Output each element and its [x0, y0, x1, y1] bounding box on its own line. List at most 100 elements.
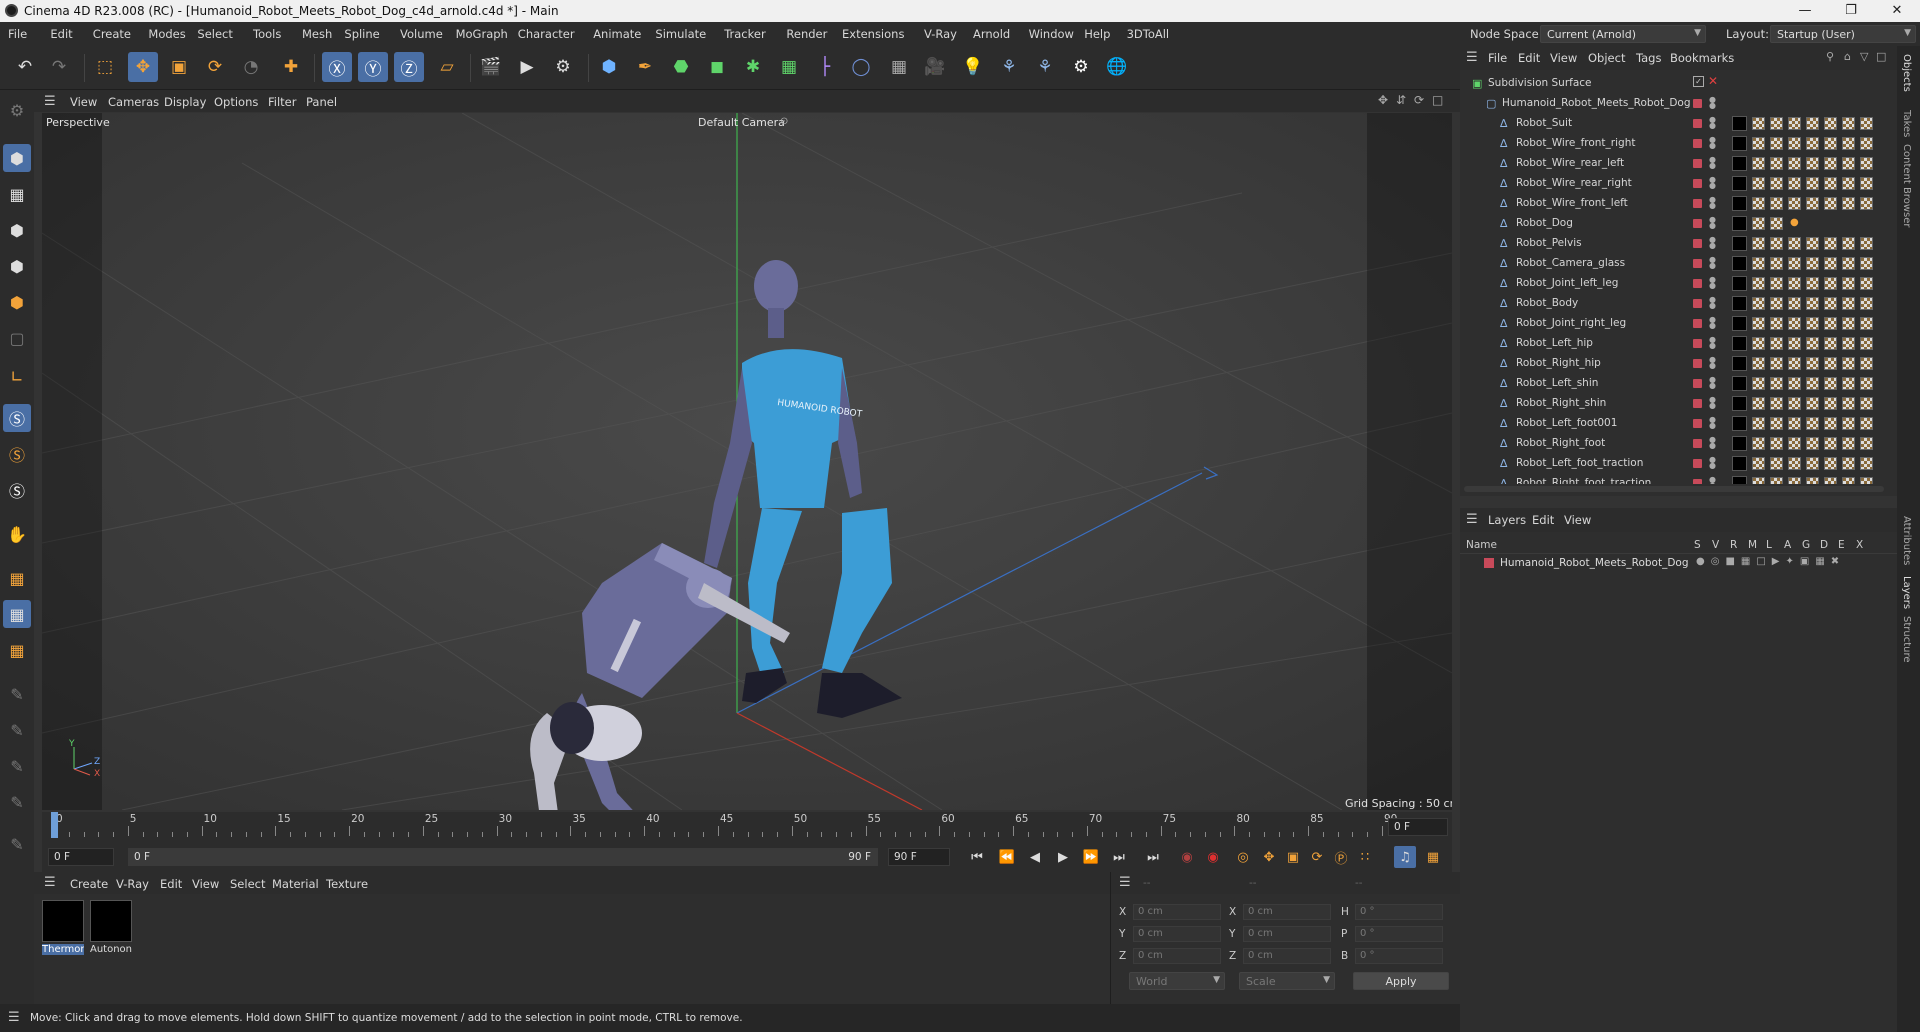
layer-row[interactable]: Humanoid_Robot_Meets_Robot_Dog ●◎■▦□▶✦▣▦… — [1460, 554, 1897, 572]
menu-extensions[interactable]: Extensions — [842, 27, 904, 41]
extrude-icon[interactable]: ◼ — [702, 52, 732, 82]
object-name[interactable]: Robot_Right_foot_traction — [1516, 477, 1651, 484]
visibility-dots-icon[interactable]: ●● — [1709, 316, 1716, 330]
texture-tag-icon[interactable] — [1860, 237, 1873, 250]
size-y-field[interactable]: 0 cm — [1243, 926, 1331, 942]
texture-tag-icon[interactable] — [1824, 437, 1837, 450]
texture-tag-icon[interactable] — [1788, 417, 1801, 430]
position-y-field[interactable]: 0 cm — [1133, 926, 1221, 942]
object-name[interactable]: Robot_Camera_glass — [1516, 257, 1625, 269]
camera-label[interactable]: Default Camera — [698, 116, 785, 129]
layer-col-g[interactable]: G — [1802, 539, 1810, 551]
material-swatch[interactable]: Autonon — [90, 900, 132, 960]
texture-tag-icon[interactable] — [1788, 117, 1801, 130]
layer-col-r[interactable]: R — [1730, 539, 1737, 551]
material-tag-icon[interactable] — [1732, 356, 1747, 371]
vp-menu-panel[interactable]: Panel — [306, 95, 337, 109]
mat-menu-material[interactable]: Material — [272, 877, 319, 891]
texture-tag-icon[interactable] — [1860, 437, 1873, 450]
object-row[interactable]: ∆ Robot_Wire_front_right ● ● — [1460, 134, 1897, 154]
object-row[interactable]: ∆ Robot_Wire_rear_left ● ● — [1460, 154, 1897, 174]
texture-tag-icon[interactable] — [1752, 317, 1765, 330]
menu-volume[interactable]: Volume — [400, 27, 443, 41]
texture-tag-icon[interactable] — [1842, 297, 1855, 310]
locked-workplane-icon[interactable]: ▦ — [3, 636, 31, 664]
texture-tag-icon[interactable] — [1806, 297, 1819, 310]
layer-col-l[interactable]: L — [1766, 539, 1772, 551]
layer-col-a[interactable]: A — [1784, 539, 1791, 551]
axis-tool-icon[interactable]: ✚ — [276, 52, 306, 82]
autokey-icon[interactable]: ◉ — [1202, 846, 1224, 868]
knife-icon[interactable]: ✎ — [3, 830, 31, 858]
material-swatch[interactable]: Thermor — [42, 900, 84, 960]
live-selection-icon[interactable]: ⬚ — [90, 52, 120, 82]
material-tag-icon[interactable] — [1732, 376, 1747, 391]
menu-select[interactable]: Select — [197, 27, 232, 41]
visibility-dots-icon[interactable]: ●● — [1709, 156, 1716, 170]
object-name[interactable]: Robot_Left_shin — [1516, 377, 1598, 389]
menu-mograph[interactable]: MoGraph — [456, 27, 508, 41]
texture-tag-icon[interactable] — [1752, 397, 1765, 410]
texture-tag-icon[interactable] — [1788, 257, 1801, 270]
vp-menu-view[interactable]: View — [70, 95, 97, 109]
texture-tag-icon[interactable] — [1788, 297, 1801, 310]
vp-menu-options[interactable]: Options — [214, 95, 258, 109]
texture-tag-icon[interactable] — [1752, 217, 1765, 230]
arnold-globe-icon[interactable]: 🌐 — [1102, 52, 1132, 82]
texture-tag-icon[interactable] — [1842, 457, 1855, 470]
texture-tag-icon[interactable] — [1842, 477, 1855, 484]
layer-color-tag[interactable] — [1693, 179, 1702, 188]
coordinate-mode-dropdown[interactable]: World ▼ — [1129, 972, 1225, 990]
layer-color-tag[interactable] — [1693, 459, 1702, 468]
texture-tag-icon[interactable] — [1824, 317, 1837, 330]
cloner-icon[interactable]: ✱ — [738, 52, 768, 82]
record-icon[interactable]: ◉ — [1176, 846, 1198, 868]
rotation-b-field[interactable]: 0 ° — [1355, 948, 1443, 964]
texture-tag-icon[interactable] — [1806, 317, 1819, 330]
layer-color-tag[interactable] — [1693, 479, 1702, 484]
object-hscrollbar[interactable] — [1464, 486, 1884, 492]
texture-tag-icon[interactable] — [1770, 257, 1783, 270]
rotate-icon[interactable]: ⟳ — [200, 52, 230, 82]
material-tag-icon[interactable] — [1732, 276, 1747, 291]
recent-tools-icon[interactable]: ◔ — [236, 52, 266, 82]
texture-tag-icon[interactable] — [1824, 357, 1837, 370]
vp-menu-display[interactable]: Display — [164, 95, 206, 109]
texture-tag-icon[interactable] — [1824, 137, 1837, 150]
menu-help[interactable]: Help — [1084, 27, 1110, 41]
deformer-icon[interactable]: ├ — [810, 52, 840, 82]
texture-tag-icon[interactable] — [1860, 377, 1873, 390]
visibility-dots-icon[interactable]: ●● — [1709, 296, 1716, 310]
visibility-dots-icon[interactable]: ●● — [1709, 396, 1716, 410]
texture-tag-icon[interactable] — [1806, 177, 1819, 190]
hamburger-icon[interactable]: ☰ — [44, 875, 56, 890]
material-tag-icon[interactable] — [1732, 176, 1747, 191]
material-tag-icon[interactable] — [1732, 256, 1747, 271]
layer-color-tag[interactable] — [1693, 219, 1702, 228]
texture-tag-icon[interactable] — [1860, 197, 1873, 210]
object-row[interactable]: ∆ Robot_Joint_right_leg ● ● — [1460, 314, 1897, 334]
texture-tag-icon[interactable] — [1770, 297, 1783, 310]
layer-color-tag[interactable] — [1693, 159, 1702, 168]
menu-3dtoall[interactable]: 3DToAll — [1127, 27, 1170, 41]
texture-tag-icon[interactable] — [1842, 257, 1855, 270]
object-name[interactable]: Robot_Pelvis — [1516, 237, 1582, 249]
texture-tag-icon[interactable] — [1770, 417, 1783, 430]
layer-color-tag[interactable] — [1693, 419, 1702, 428]
object-name[interactable]: Robot_Right_hip — [1516, 357, 1601, 369]
object-name[interactable]: Robot_Wire_front_right — [1516, 137, 1635, 149]
texture-tag-icon[interactable] — [1752, 477, 1765, 484]
texture-tag-icon[interactable] — [1824, 377, 1837, 390]
texture-tag-icon[interactable] — [1860, 177, 1873, 190]
texture-tag-icon[interactable] — [1788, 357, 1801, 370]
make-editable-icon[interactable]: ⚙ — [3, 96, 31, 124]
obj-menu-file[interactable]: File — [1488, 51, 1507, 65]
object-row[interactable]: ∆ Robot_Joint_left_leg ● ● — [1460, 274, 1897, 294]
object-row[interactable]: ∆ Robot_Wire_rear_right ● ● — [1460, 174, 1897, 194]
object-name[interactable]: Robot_Left_foot_traction — [1516, 457, 1643, 469]
mat-menu-create[interactable]: Create — [70, 877, 108, 891]
object-name[interactable]: Robot_Wire_rear_right — [1516, 177, 1632, 189]
menu-character[interactable]: Character — [518, 27, 575, 41]
texture-tag-icon[interactable] — [1824, 297, 1837, 310]
rotation-p-field[interactable]: 0 ° — [1355, 926, 1443, 942]
